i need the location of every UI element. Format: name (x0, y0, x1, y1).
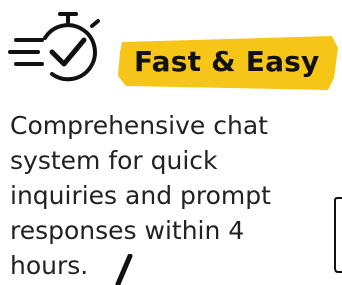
decorative-frame-edge (334, 197, 342, 273)
feature-title: Fast & Easy (134, 45, 320, 78)
description-line: system for quick (10, 146, 218, 175)
description-line: hours. (10, 251, 89, 280)
description-line: Comprehensive chat (10, 111, 268, 140)
description-line: responses within 4 (10, 216, 245, 245)
decorative-stroke (115, 254, 133, 285)
description-line: inquiries and prompt (10, 181, 271, 210)
feature-description: Comprehensive chat system for quick inqu… (10, 108, 330, 283)
stopwatch-check-icon (8, 12, 100, 82)
